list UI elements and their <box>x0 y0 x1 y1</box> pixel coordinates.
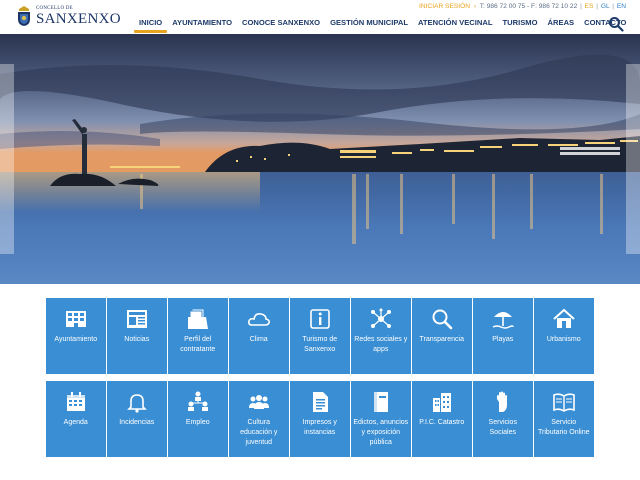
slider-next[interactable] <box>626 64 640 254</box>
tile-playas[interactable]: Playas <box>473 298 533 374</box>
tile-row: Ayuntamiento Noticias Perfil del contrat… <box>46 298 594 374</box>
calendar-icon <box>66 392 85 411</box>
nav-ayuntamiento[interactable]: AYUNTAMIENTO <box>167 17 237 33</box>
tile-label: P.I.C. Catastro <box>419 419 465 426</box>
magnifier-icon <box>432 309 453 330</box>
tile-ayuntamiento[interactable]: Ayuntamiento <box>46 298 106 374</box>
org-chart-icon <box>187 391 208 411</box>
tile-agenda[interactable]: Agenda <box>46 381 106 457</box>
bell-icon <box>126 394 147 413</box>
login-arrow: › <box>473 3 477 10</box>
crest-icon <box>18 6 30 26</box>
nav-atencion-vecinal[interactable]: ATENCIÓN VECINAL <box>413 17 498 33</box>
tile-redes-sociales[interactable]: Redes sociales y apps <box>351 298 411 374</box>
tile-label: Empleo <box>185 419 210 426</box>
tile-urbanismo[interactable]: Urbanismo <box>534 298 594 374</box>
tile-label: Edictos, anuncios y exposición pública <box>353 419 409 446</box>
building-icon <box>65 311 86 327</box>
tile-transparencia[interactable]: Transparencia <box>412 298 472 374</box>
newspaper-icon <box>126 310 147 328</box>
tile-label: Ayuntamiento <box>54 336 98 343</box>
divider: | <box>612 3 614 10</box>
tile-label: Transparencia <box>419 336 465 343</box>
tile-label: Cultura educación y juventud <box>240 419 278 446</box>
folder-documents-icon <box>187 308 208 329</box>
page: CONCELLO DE SANXENXO INICIAR SESIÓN › T:… <box>0 0 640 480</box>
nav-conoce-sanxenxo[interactable]: CONOCE SANXENXO <box>237 17 325 33</box>
lang-en[interactable]: EN <box>617 3 626 10</box>
divider: | <box>596 3 599 10</box>
tile-label: Impresos y instancias <box>302 419 337 436</box>
tile-pic-catastro[interactable]: P.I.C. Catastro <box>412 381 472 457</box>
header: CONCELLO DE SANXENXO INICIAR SESIÓN › T:… <box>0 0 640 34</box>
lang-gl[interactable]: GL <box>601 3 610 10</box>
tile-incidencias[interactable]: Incidencias <box>107 381 167 457</box>
nav-turismo[interactable]: TURISMO <box>498 17 543 33</box>
tile-label: Playas <box>492 336 514 343</box>
cloud-sun-icon <box>247 313 270 326</box>
tile-noticias[interactable]: Noticias <box>107 298 167 374</box>
tile-label: Servicios Sociales <box>488 419 517 436</box>
beach-umbrella-icon <box>492 312 514 329</box>
tile-label: Agenda <box>63 419 88 426</box>
book-icon <box>373 392 388 412</box>
tile-perfil-contratante[interactable]: Perfil del contratante <box>168 298 228 374</box>
divider: | <box>580 3 582 10</box>
tile-servicio-tributario[interactable]: Servicio Tributario Online <box>534 381 594 457</box>
nav-inicio[interactable]: INICIO <box>134 17 168 33</box>
tile-clima[interactable]: Clima <box>229 298 289 374</box>
hand-icon <box>496 391 507 412</box>
nav-areas[interactable]: ÁREAS <box>543 17 580 33</box>
main-nav: INICIO AYUNTAMIENTO CONOCE SANXENXO GEST… <box>134 17 631 33</box>
utility-bar: INICIAR SESIÓN › T: 986 72 00 75 - F: 98… <box>419 3 626 10</box>
network-icon <box>370 308 391 328</box>
tile-label: Servicio Tributario Online <box>538 419 590 436</box>
tile-cultura[interactable]: Cultura educación y juventud <box>229 381 289 457</box>
house-icon <box>553 308 575 328</box>
tile-label: Noticias <box>124 336 150 343</box>
hero-image <box>0 34 640 284</box>
info-icon <box>309 309 330 329</box>
tile-label: Incidencias <box>119 419 155 426</box>
open-book-icon <box>552 393 575 412</box>
tile-label: Redes sociales y apps <box>354 336 408 353</box>
city-buildings-icon <box>432 393 451 412</box>
login-link[interactable]: INICIAR SESIÓN <box>419 3 470 10</box>
document-icon <box>312 392 328 412</box>
tile-label: Turismo de Sanxenxo <box>302 336 338 353</box>
tile-row: Agenda Incidencias Empleo Cultura educac… <box>46 381 594 457</box>
phone-fax-text: T: 986 72 00 75 - F: 986 72 10 22 <box>479 3 578 10</box>
logo-title: SANXENXO <box>36 10 121 27</box>
tile-edictos[interactable]: Edictos, anuncios y exposición pública <box>351 381 411 457</box>
lang-es[interactable]: ES <box>585 3 594 10</box>
search-icon[interactable] <box>608 16 624 32</box>
tile-empleo[interactable]: Empleo <box>168 381 228 457</box>
tile-impresos[interactable]: Impresos y instancias <box>290 381 350 457</box>
tile-label: Clima <box>249 336 268 343</box>
tile-label: Perfil del contratante <box>180 336 216 353</box>
tile-turismo[interactable]: Turismo de Sanxenxo <box>290 298 350 374</box>
people-group-icon <box>248 395 269 409</box>
tile-servicios-sociales[interactable]: Servicios Sociales <box>473 381 533 457</box>
tile-label: Urbanismo <box>546 336 581 343</box>
nav-gestion-municipal[interactable]: GESTIÓN MUNICIPAL <box>325 17 413 33</box>
logo-subtitle: CONCELLO DE <box>36 5 73 11</box>
hero-slider <box>0 34 640 284</box>
quick-links-grid: Ayuntamiento Noticias Perfil del contrat… <box>46 298 594 464</box>
site-logo[interactable]: CONCELLO DE SANXENXO <box>16 5 121 27</box>
slider-prev[interactable] <box>0 64 14 254</box>
